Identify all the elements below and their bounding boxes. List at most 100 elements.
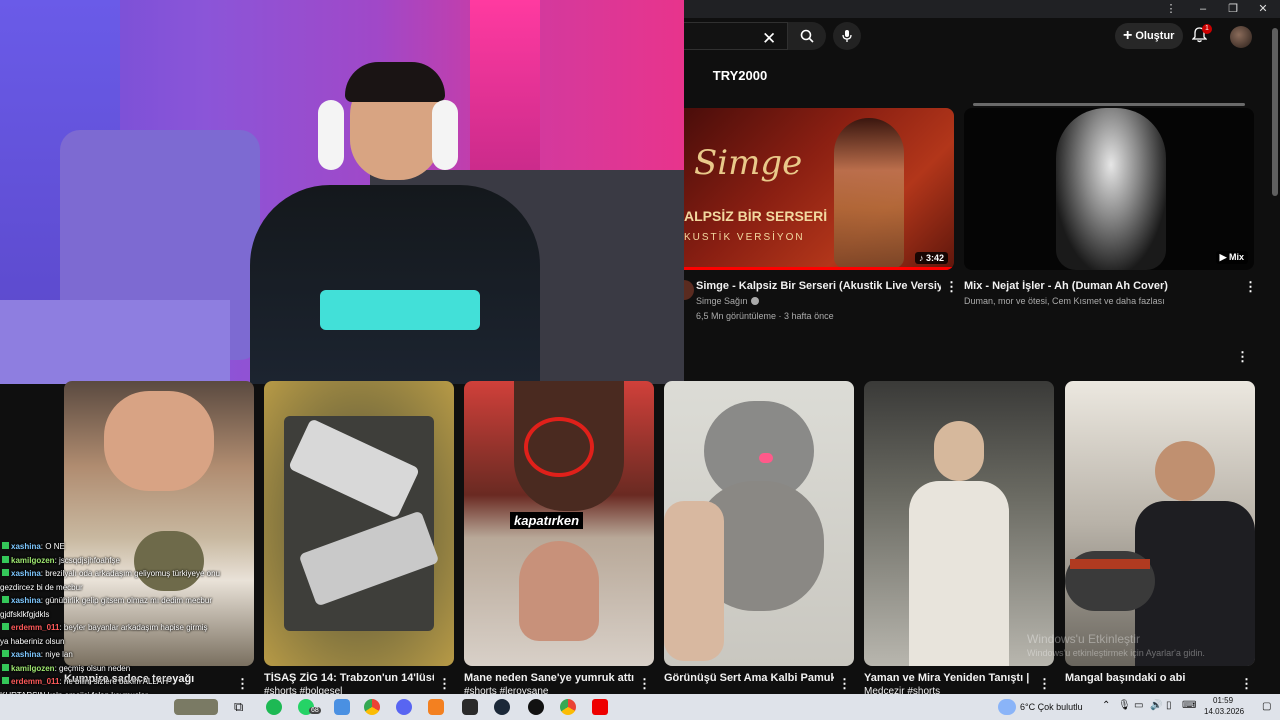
battery-icon[interactable]: ▯ — [1166, 700, 1172, 711]
actress-face — [934, 421, 984, 481]
close-window-button[interactable]: ✕ — [1248, 0, 1278, 18]
store-icon[interactable] — [334, 699, 350, 715]
thumb-logo-text: Simge — [694, 143, 803, 183]
short-menu-icon[interactable]: ⋮ — [1038, 676, 1051, 692]
chat-badge-icon — [2, 623, 9, 630]
taskbar-thumbnail[interactable] — [174, 699, 218, 715]
chat-username[interactable]: kamilgozen — [11, 556, 55, 565]
short-card[interactable]: kapatırken — [464, 381, 654, 666]
chat-message: xashina: niye lan — [0, 648, 250, 662]
verified-icon — [750, 297, 759, 305]
short-card[interactable] — [264, 381, 454, 666]
task-view-icon[interactable]: ⧉ — [234, 699, 243, 715]
chat-username[interactable]: erdemm_011 — [11, 623, 59, 632]
chrome-profile-icon[interactable] — [560, 699, 576, 715]
chat-username[interactable]: kamilgozen — [11, 664, 55, 673]
headphone-right — [432, 100, 458, 170]
chat-text: gezdircez bi de mecbur — [0, 582, 83, 592]
chat-message: xashina: günübirlik gelip gitsem olmaz m… — [0, 594, 250, 608]
chat-message: gezdircez bi de mecbur — [0, 581, 250, 595]
video-menu-icon[interactable]: ⋮ — [1244, 279, 1257, 295]
search-input[interactable]: ✕ — [684, 22, 788, 50]
search-button[interactable] — [788, 22, 826, 50]
presenter-face — [519, 541, 599, 641]
short-title[interactable]: TİSAŞ ZİG 14: Trabzon'un 14'lüsü! — [264, 672, 434, 684]
short-menu-icon[interactable]: ⋮ — [438, 676, 451, 692]
chat-username[interactable]: erdemm_011 — [11, 677, 59, 686]
short-person — [104, 391, 214, 491]
short-caption: kapatırken — [510, 512, 584, 529]
chat-text: : O NE — [40, 542, 65, 551]
app-icon[interactable] — [528, 699, 544, 715]
shelf-lights — [470, 0, 540, 180]
short-menu-icon[interactable]: ⋮ — [638, 676, 651, 692]
portrait-face — [1056, 108, 1166, 270]
notification-center-icon[interactable]: ▢ — [1262, 701, 1271, 712]
chat-text: ya haberiniz olsun — [0, 636, 65, 646]
shelf-menu-icon[interactable]: ⋮ — [1236, 349, 1249, 365]
voice-search-button[interactable] — [833, 22, 861, 50]
channel-name[interactable]: Duman, mor ve ötesi, Cem Kısmet ve daha … — [964, 296, 1234, 306]
chat-username[interactable]: xashina — [11, 569, 41, 578]
weather-text[interactable]: 6°C Çok bulutlu — [1020, 702, 1083, 712]
video-thumbnail[interactable]: Simge ALPSİZ BİR SERSERİ KUSTİK VERSİYON… — [684, 108, 954, 270]
channel-avatar[interactable] — [684, 280, 694, 300]
chip-try2000[interactable]: TRY2000 — [694, 60, 786, 92]
steam-icon[interactable] — [494, 699, 510, 715]
cloud-icon[interactable] — [428, 699, 444, 715]
clear-search-icon[interactable]: ✕ — [762, 29, 776, 49]
chat-text: : brezilyalı oda arkadaşım geliyomuş tür… — [40, 569, 220, 578]
account-avatar[interactable] — [1230, 26, 1252, 48]
video-title[interactable]: Mix - Nejat İşler - Ah (Duman Ah Cover) — [964, 280, 1234, 292]
singer-figure — [834, 118, 904, 268]
short-menu-icon[interactable]: ⋮ — [838, 676, 851, 692]
chat-badge-icon — [2, 542, 9, 549]
obs-icon[interactable] — [462, 699, 478, 715]
animal-tongue — [759, 453, 773, 463]
short-menu-icon[interactable]: ⋮ — [1240, 676, 1253, 692]
chip-bar: TRY2000 — [684, 58, 1244, 94]
youtube-app-icon[interactable] — [592, 699, 608, 715]
chat-username[interactable]: xashina — [11, 542, 41, 551]
video-menu-icon[interactable]: ⋮ — [945, 279, 958, 295]
chat-username[interactable]: xashina — [11, 596, 41, 605]
tray-chevron-icon[interactable]: ⌃ — [1102, 700, 1110, 711]
hand — [664, 501, 724, 661]
clock-time[interactable]: 01:59 — [1213, 696, 1233, 705]
create-button[interactable]: + Oluştur — [1115, 23, 1183, 49]
spotify-icon[interactable] — [266, 699, 282, 715]
stream-chat: xashina: O NE kamilgozen: jscsqdjsjhfoahf… — [0, 540, 250, 720]
short-title[interactable]: Görünüşü Sert Ama Kalbi Pamuk! — [664, 672, 834, 684]
chat-badge-icon — [2, 569, 9, 576]
actress-dress — [909, 481, 1009, 666]
keyboard-icon[interactable]: ⌨ — [1182, 700, 1196, 711]
maximize-button[interactable]: ❐ — [1218, 0, 1248, 18]
activation-watermark: Windows'u Etkinleştir — [1027, 632, 1140, 646]
clock-date[interactable]: 14.03.2026 — [1204, 707, 1244, 716]
chat-message: erdemm_011: beyler bayanlar arkadaşım ha… — [0, 621, 250, 635]
webcam-overlay — [0, 0, 684, 384]
weather-icon[interactable] — [998, 699, 1016, 715]
short-card[interactable] — [664, 381, 854, 666]
chat-username[interactable]: xashina — [11, 650, 41, 659]
more-icon[interactable]: ⋮ — [1156, 0, 1186, 18]
chat-message: kamilgozen: geçmiş olsun neden — [0, 662, 250, 676]
video-title[interactable]: Simge - Kalpsiz Bir Serseri (Akustik Liv… — [696, 280, 941, 292]
chrome-icon[interactable] — [364, 699, 380, 715]
short-card[interactable] — [1065, 381, 1255, 666]
short-title[interactable]: Mangal başındaki o abi — [1065, 672, 1235, 684]
minimize-button[interactable]: – — [1188, 0, 1218, 18]
create-label: Oluştur — [1135, 30, 1175, 42]
video-thumbnail[interactable]: ▶ Mix — [964, 108, 1254, 270]
microphone-tray-icon[interactable]: 🎙 — [1118, 700, 1131, 711]
short-title[interactable]: Yaman ve Mira Yeniden Tanıştı | — [864, 672, 1034, 684]
network-icon[interactable]: ▭ — [1134, 700, 1143, 711]
page-scrollbar[interactable] — [1272, 28, 1278, 196]
kebab-skewers — [1070, 559, 1150, 569]
volume-icon[interactable]: 🔊 — [1150, 700, 1162, 711]
activation-watermark-sub: Windows'u etkinleştirmek için Ayarlar'a … — [1027, 648, 1205, 658]
short-title[interactable]: Mane neden Sane'ye yumruk attı? — [464, 672, 634, 684]
channel-name[interactable]: Simge Sağın — [696, 296, 759, 306]
discord-icon[interactable] — [396, 699, 412, 715]
short-card[interactable] — [864, 381, 1054, 666]
